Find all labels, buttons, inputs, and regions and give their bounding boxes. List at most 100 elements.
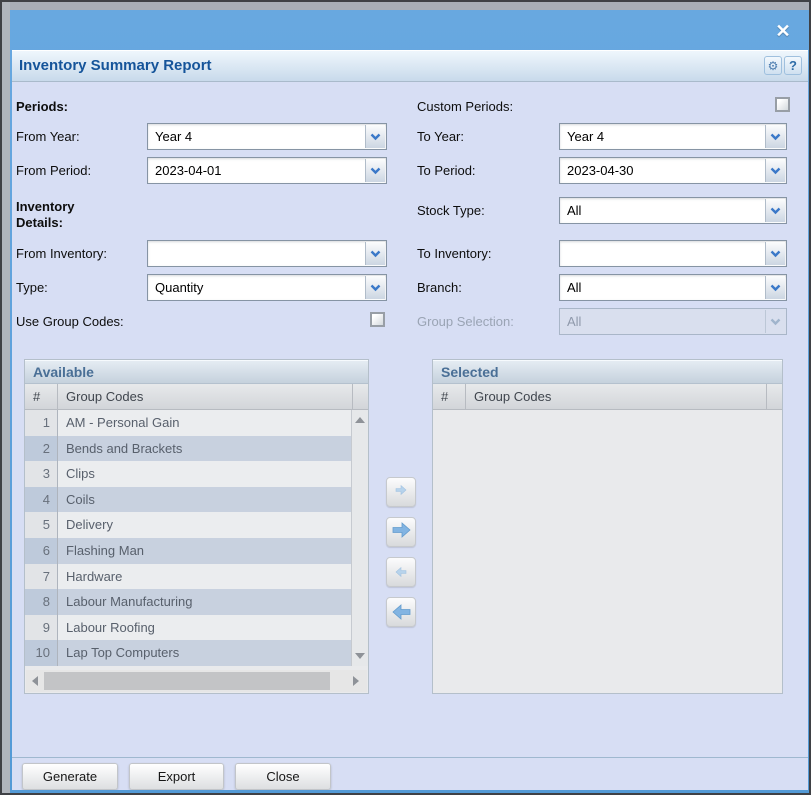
column-header-group-codes: Group Codes: [66, 389, 144, 404]
chevron-down-icon: [765, 125, 785, 148]
arrow-left-bold-icon: [391, 602, 412, 622]
help-button[interactable]: ?: [784, 56, 802, 75]
row-number: 9: [25, 614, 58, 641]
list-item[interactable]: 1 AM - Personal Gain: [25, 410, 353, 436]
column-header-number: #: [433, 384, 466, 409]
gear-icon: ⚙: [767, 58, 779, 73]
transfer-buttons: [386, 477, 416, 627]
column-header-spacer: [352, 384, 368, 409]
from-period-value: 2023-04-01: [155, 163, 222, 178]
from-period-label: From Period:: [16, 163, 92, 178]
available-list: 1 AM - Personal Gain 2 Bends and Bracket…: [25, 410, 353, 666]
move-all-right-button[interactable]: [386, 517, 416, 547]
list-item[interactable]: 9 Labour Roofing: [25, 614, 353, 641]
list-item[interactable]: 5 Delivery: [25, 512, 353, 538]
available-panel-header: Available: [25, 360, 368, 384]
selected-panel-header: Selected: [433, 360, 782, 384]
column-header-group-codes: Group Codes: [474, 389, 552, 404]
dialog-titlebar: ✕: [10, 10, 809, 50]
close-button[interactable]: Close: [235, 763, 331, 790]
close-icon[interactable]: ✕: [772, 21, 794, 41]
help-icon: ?: [789, 58, 797, 73]
list-item[interactable]: 8 Labour Manufacturing: [25, 589, 353, 615]
chevron-down-icon: [765, 242, 785, 265]
row-number: 1: [25, 410, 58, 436]
move-selected-left-button[interactable]: [386, 557, 416, 587]
chevron-down-icon: [365, 125, 385, 148]
list-item[interactable]: 2 Bends and Brackets: [25, 435, 353, 462]
arrow-right-bold-icon: [391, 520, 412, 545]
background-page-sliver: [2, 2, 10, 793]
screen-background: ✕ Inventory Summary Report ⚙ ? Periods: …: [0, 0, 811, 795]
horizontal-scrollbar[interactable]: [26, 670, 367, 692]
selected-panel: Selected # Group Codes: [432, 359, 783, 694]
scroll-down-icon[interactable]: [352, 648, 368, 664]
custom-periods-checkbox[interactable]: [775, 97, 790, 112]
row-label: Clips: [66, 466, 95, 482]
list-item[interactable]: 7 Hardware: [25, 563, 353, 590]
to-year-label: To Year:: [417, 129, 464, 144]
available-panel: Available # Group Codes 1 AM - Personal …: [24, 359, 369, 694]
use-group-codes-label: Use Group Codes:: [16, 314, 124, 329]
from-period-select[interactable]: 2023-04-01: [147, 157, 387, 184]
row-number: 3: [25, 461, 58, 487]
branch-value: All: [567, 280, 582, 295]
to-year-select[interactable]: Year 4: [559, 123, 787, 150]
periods-label: Periods:: [16, 99, 69, 114]
use-group-codes-checkbox[interactable]: [370, 312, 385, 327]
inventory-summary-dialog: ✕ Inventory Summary Report ⚙ ? Periods: …: [10, 10, 809, 793]
chevron-down-icon: [765, 159, 785, 182]
row-label: Labour Manufacturing: [66, 594, 193, 610]
footer-separator: [12, 757, 808, 758]
from-year-select[interactable]: Year 4: [147, 123, 387, 150]
move-selected-right-button[interactable]: [386, 477, 416, 507]
selected-list: [433, 410, 782, 693]
chevron-down-icon: [365, 242, 385, 265]
page-title: Inventory Summary Report: [19, 57, 212, 74]
to-inventory-select[interactable]: [559, 240, 787, 267]
column-header-spacer: [766, 384, 782, 409]
generate-button[interactable]: Generate: [22, 763, 118, 790]
scrollbar-thumb[interactable]: [44, 672, 330, 690]
settings-button[interactable]: ⚙: [764, 56, 782, 75]
column-header-number: #: [25, 384, 58, 409]
to-period-select[interactable]: 2023-04-30: [559, 157, 787, 184]
from-inventory-select[interactable]: [147, 240, 387, 267]
move-all-left-button[interactable]: [386, 597, 416, 627]
type-value: Quantity: [155, 280, 204, 295]
selected-panel-title: Selected: [441, 364, 499, 380]
row-label: Flashing Man: [66, 542, 145, 558]
export-button[interactable]: Export: [129, 763, 224, 790]
to-period-value: 2023-04-30: [567, 163, 634, 178]
type-select[interactable]: Quantity: [147, 274, 387, 301]
vertical-scrollbar[interactable]: [351, 410, 368, 666]
list-item[interactable]: 6 Flashing Man: [25, 537, 353, 564]
stock-type-label: Stock Type:: [417, 203, 485, 218]
list-item[interactable]: 10 Lap Top Computers: [25, 640, 353, 666]
group-selection-select: All: [559, 308, 787, 335]
branch-label: Branch:: [417, 280, 462, 295]
row-label: Hardware: [66, 568, 123, 584]
list-item[interactable]: 3 Clips: [25, 461, 353, 487]
stock-type-select[interactable]: All: [559, 197, 787, 224]
custom-periods-label: Custom Periods:: [417, 99, 514, 114]
list-item[interactable]: 4 Coils: [25, 486, 353, 513]
branch-select[interactable]: All: [559, 274, 787, 301]
to-period-label: To Period:: [417, 163, 476, 178]
row-number: 10: [25, 640, 58, 666]
dialog-content: Inventory Summary Report ⚙ ? Periods: Cu…: [12, 50, 808, 790]
from-year-value: Year 4: [155, 129, 193, 144]
row-label: Labour Roofing: [66, 619, 155, 635]
arrow-right-icon: [394, 483, 408, 502]
chevron-down-icon: [365, 159, 385, 182]
scroll-right-icon[interactable]: [349, 673, 363, 689]
scroll-up-icon[interactable]: [352, 412, 368, 428]
row-number: 6: [25, 537, 58, 564]
row-number: 4: [25, 486, 58, 513]
group-selection-value: All: [567, 314, 582, 329]
dialog-header-bar: Inventory Summary Report ⚙ ?: [12, 50, 808, 82]
from-inventory-label: From Inventory:: [16, 246, 108, 261]
row-label: Delivery: [66, 517, 113, 533]
scroll-left-icon[interactable]: [28, 673, 42, 689]
group-selection-label: Group Selection:: [417, 314, 514, 329]
